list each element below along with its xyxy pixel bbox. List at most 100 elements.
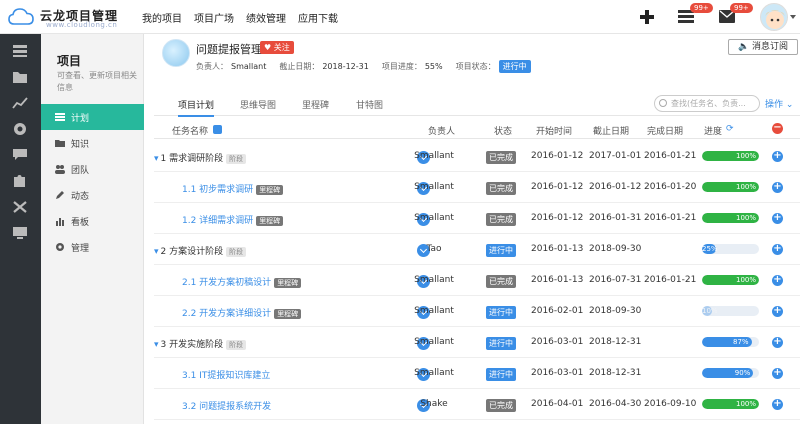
task-owner: Smallant [414, 151, 454, 161]
table-row[interactable]: 2.1 开发方案初稿设计 里程碑 Smallant 已完成 2016-01-13 2016… [154, 265, 800, 296]
delete-icon[interactable]: − [772, 123, 783, 134]
task-start-date: 2016-04-01 [531, 399, 584, 409]
subnav-item-knowledge[interactable]: 知识 [41, 130, 144, 156]
table-row[interactable]: ▾ 3 开发实施阶段 阶段 Smallant 进行中 2016-03-01 2018-12-… [154, 327, 800, 358]
tab-gantt[interactable]: 甘特图 [356, 98, 383, 111]
deadline-label: 截止日期： [279, 62, 320, 71]
task-name[interactable]: ▾ 1 需求调研阶段 阶段 [154, 151, 247, 164]
table-row[interactable]: ▾ 2 方案设计阶段 阶段 Tao 进行中 2016-01-13 2018-09-30 25%… [154, 234, 800, 265]
puzzle-icon[interactable] [12, 174, 28, 188]
table-row[interactable]: ▾ 1 需求调研阶段 阶段 Smallant 已完成 2016-01-12 2017-01-… [154, 141, 800, 172]
avatar[interactable] [760, 3, 788, 31]
subnav-item-activity[interactable]: 动态 [41, 182, 144, 208]
task-progress-fill: 10% [702, 306, 718, 316]
task-progress-fill: 100% [702, 213, 759, 223]
main-content: 问题提报管理 ♥ 关注 负责人： Smallant 截止日期： 2018-12-31… [144, 34, 800, 424]
subnav-label: 管理 [71, 243, 90, 254]
dashboard-icon[interactable] [12, 44, 28, 58]
cross-tool-icon[interactable] [12, 200, 28, 214]
table-row[interactable]: 3.1 IT提报知识库建立 Smallant 进行中 2016-03-01 2018-1… [154, 358, 800, 389]
task-name[interactable]: 3.2 问题提报系统开发 [182, 399, 271, 412]
expand-arrow-icon[interactable]: ▾ [154, 247, 159, 257]
task-start-date: 2016-03-01 [531, 337, 584, 347]
task-start-date: 2016-01-12 [531, 213, 584, 223]
task-name[interactable]: ▾ 2 方案设计阶段 阶段 [154, 244, 247, 257]
subnav-item-team[interactable]: 团队 [41, 156, 144, 182]
tab-mindmap[interactable]: 思维导图 [240, 98, 276, 111]
project-title: 问题提报管理 [196, 43, 262, 56]
col-status: 状态 [494, 127, 513, 137]
add-subtask-icon[interactable]: + [772, 306, 783, 317]
subnav-item-plan[interactable]: 计划 [41, 104, 144, 130]
owner-value: Smallant [231, 62, 267, 71]
task-name[interactable]: 1.2 详细需求调研 里程碑 [182, 213, 284, 226]
task-due-date: 2016-01-12 [589, 182, 642, 192]
tab-plan[interactable]: 项目计划 [178, 98, 215, 117]
subnav-item-manage[interactable]: 管理 [41, 234, 144, 260]
line-chart-icon[interactable] [12, 96, 28, 110]
task-name[interactable]: 2.1 开发方案初稿设计 里程碑 [182, 275, 302, 288]
task-progress-bar: 90% [702, 368, 759, 378]
add-subtask-icon[interactable]: + [772, 399, 783, 410]
subnav-item-board[interactable]: 看板 [41, 208, 144, 234]
avatar-caret-icon[interactable] [790, 15, 796, 19]
nav-my-projects[interactable]: 我的项目 [142, 10, 182, 25]
expand-arrow-icon[interactable]: ▾ [154, 154, 159, 164]
nav-project-square[interactable]: 项目广场 [194, 10, 234, 25]
task-owner: Smallant [414, 275, 454, 285]
chat-icon[interactable] [12, 148, 28, 162]
add-subtask-icon[interactable]: + [772, 182, 783, 193]
operations-menu[interactable]: 操作 ⌄ [765, 97, 793, 110]
add-subtask-icon[interactable]: + [772, 337, 783, 348]
task-progress-fill: 87% [702, 337, 752, 347]
refresh-icon[interactable]: ⟳ [726, 124, 734, 134]
task-status-badge: 进行中 [486, 306, 516, 319]
task-start-date: 2016-02-01 [531, 306, 584, 316]
brand-logo[interactable]: 云龙项目管理 www.cloudlong.cn [6, 4, 126, 31]
add-subtask-icon[interactable]: + [772, 151, 783, 162]
nav-performance[interactable]: 绩效管理 [246, 10, 286, 25]
task-search-input[interactable]: 查找(任务名、负责... [654, 95, 760, 112]
task-progress-fill: 100% [702, 399, 759, 409]
top-bar: 云龙项目管理 www.cloudlong.cn 我的项目 项目广场 绩效管理 应… [0, 0, 800, 34]
add-subtask-icon[interactable]: + [772, 213, 783, 224]
follow-button[interactable]: ♥ 关注 [260, 41, 294, 54]
task-name[interactable]: 3.1 IT提报知识库建立 [182, 368, 270, 381]
tab-milestone[interactable]: 里程碑 [302, 98, 329, 111]
col-owner: 负责人 [428, 127, 456, 137]
monitor-icon[interactable] [12, 226, 28, 240]
task-progress-fill: 90% [702, 368, 754, 378]
expand-arrow-icon[interactable]: ▾ [154, 340, 159, 350]
task-owner: Smallant [414, 337, 454, 347]
col-done: 完成日期 [647, 127, 684, 137]
subscribe-button[interactable]: 🔈 消息订阅 [728, 39, 798, 55]
task-status-badge: 进行中 [486, 337, 516, 350]
add-subtask-icon[interactable]: + [772, 368, 783, 379]
globe-icon[interactable] [12, 122, 28, 136]
plus-icon[interactable] [640, 10, 654, 24]
subnav-title: 项目 [57, 54, 82, 68]
task-name[interactable]: ▾ 3 开发实施阶段 阶段 [154, 337, 247, 350]
add-subtask-icon[interactable]: + [772, 244, 783, 255]
task-progress-bar: 100% [702, 275, 759, 285]
task-progress-fill: 25% [702, 244, 718, 254]
task-name[interactable]: 2.2 开发方案详细设计 里程碑 [182, 306, 302, 319]
task-type-tag: 阶段 [226, 154, 247, 164]
nav-app-download[interactable]: 应用下载 [298, 10, 338, 25]
task-progress-fill: 100% [702, 275, 759, 285]
task-name[interactable]: 1.1 初步需求调研 里程碑 [182, 182, 284, 195]
table-row[interactable]: 3.2 问题提报系统开发 Shake 已完成 2016-04-01 2016-04-30… [154, 389, 800, 420]
table-row[interactable]: 2.2 开发方案详细设计 里程碑 Smallant 进行中 2016-02-01 2018… [154, 296, 800, 327]
collapse-all-icon[interactable] [213, 125, 222, 134]
table-row[interactable]: 1.2 详细需求调研 里程碑 Smallant 已完成 2016-01-12 2016-0… [154, 203, 800, 234]
col-due: 截止日期 [593, 127, 630, 137]
task-status-badge: 已完成 [486, 275, 516, 288]
task-due-date: 2018-09-30 [589, 306, 642, 316]
task-due-date: 2018-12-31 [589, 337, 642, 347]
owner-label: 负责人： [196, 62, 228, 71]
task-due-date: 2016-04-30 [589, 399, 642, 409]
table-row[interactable]: 1.1 初步需求调研 里程碑 Smallant 已完成 2016-01-12 2016-0… [154, 172, 800, 203]
cloud-logo-icon [8, 8, 34, 25]
add-subtask-icon[interactable]: + [772, 275, 783, 286]
folder-icon[interactable] [12, 70, 28, 84]
